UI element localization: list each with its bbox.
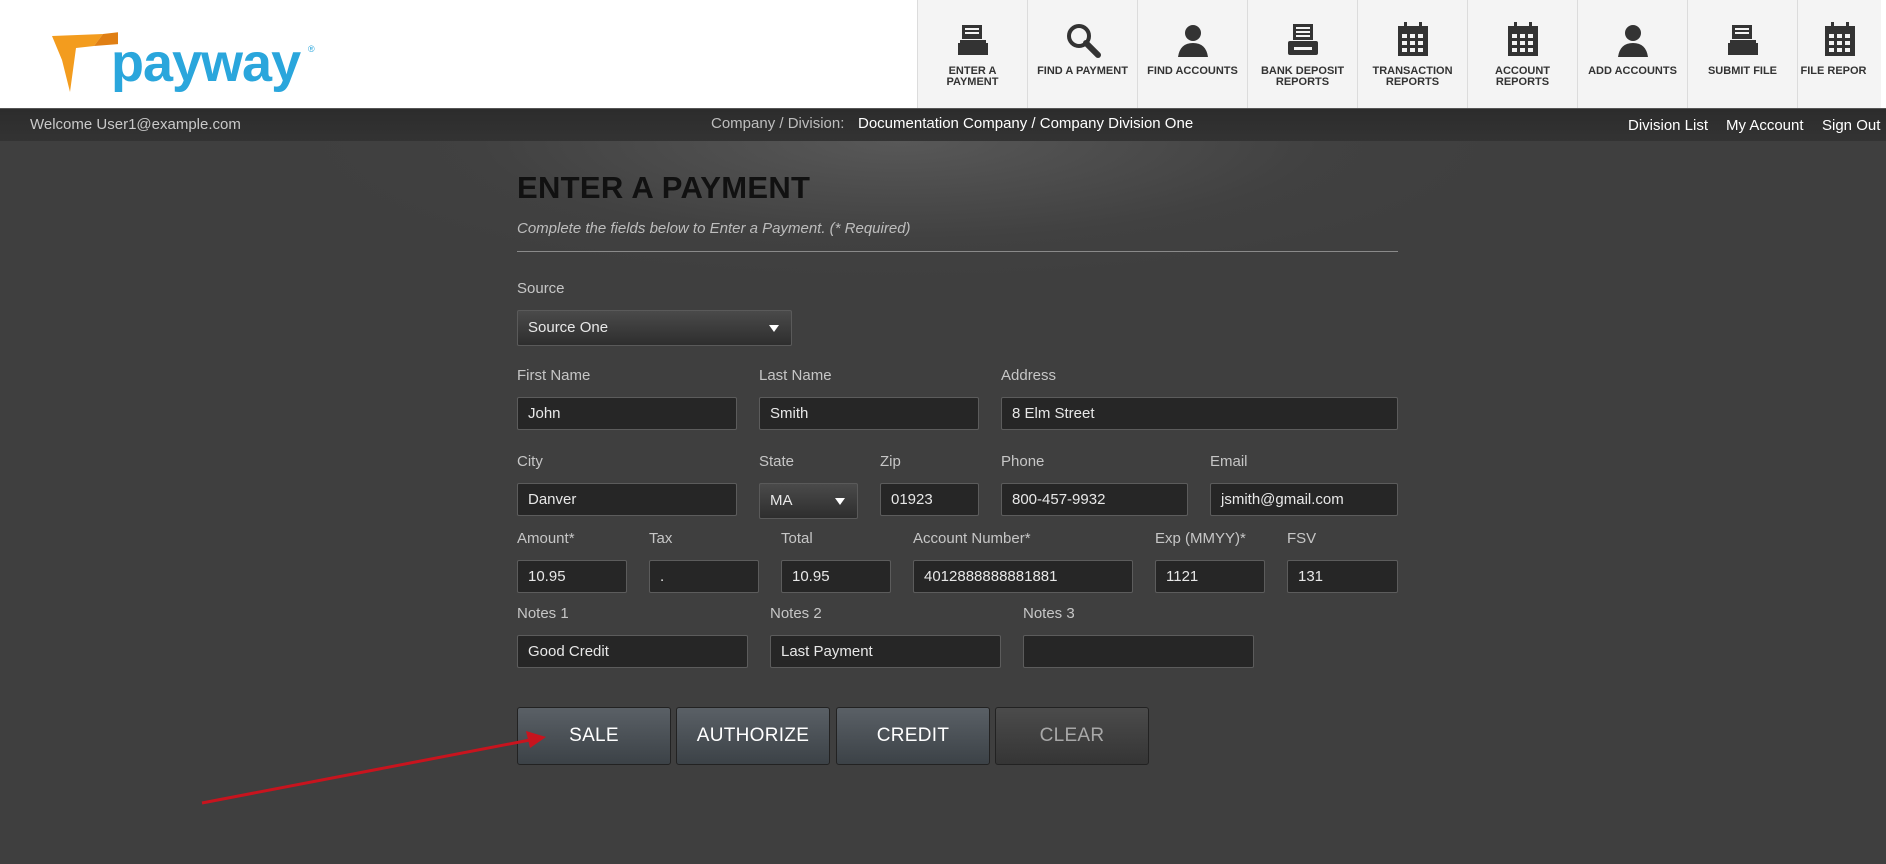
tax-field[interactable]: . [649,560,759,593]
nav-transaction-reports[interactable]: TRANSACTION REPORTS [1357,0,1467,108]
notes1-field[interactable]: Good Credit [517,635,748,668]
nav-find-accounts[interactable]: FIND ACCOUNTS [1137,0,1247,108]
amount-field[interactable]: 10.95 [517,560,627,593]
source-select[interactable]: Source One [517,310,792,346]
clear-button[interactable]: CLEAR [995,707,1149,765]
nav-label: ACCOUNT REPORTS [1495,65,1550,88]
cash-register-icon [1723,20,1763,60]
account-number-field[interactable]: 4012888888881881 [913,560,1133,593]
address-label: Address [1001,367,1057,384]
credit-button[interactable]: CREDIT [836,707,990,765]
first-name-label: First Name [517,367,591,384]
email-field[interactable]: jsmith@gmail.com [1210,483,1398,516]
sale-button[interactable]: SALE [517,707,671,765]
cash-register-icon [953,20,993,60]
printer-icon [1283,20,1323,60]
phone-label: Phone [1001,453,1045,470]
page-subtitle: Complete the fields below to Enter a Pay… [517,220,911,237]
payway-logo[interactable]: payway ® [48,26,328,98]
nav-label: FIND ACCOUNTS [1147,65,1238,77]
user-bar: Welcome User1@example.com Company / Divi… [0,108,1886,142]
person-icon [1613,20,1653,60]
state-label: State [759,453,795,470]
nav-label: FIND A PAYMENT [1037,65,1128,77]
amount-label: Amount* [517,530,575,547]
fsv-field[interactable]: 131 [1287,560,1398,593]
email-label: Email [1210,453,1248,470]
notes1-label: Notes 1 [517,605,569,622]
notes3-label: Notes 3 [1023,605,1075,622]
exp-label: Exp (MMYY)* [1155,530,1246,547]
nav-label: ADD ACCOUNTS [1588,65,1677,77]
address-field[interactable]: 8 Elm Street [1001,397,1398,430]
chevron-down-icon [835,498,845,505]
company-value: Documentation Company / Company Division… [858,115,1194,132]
company-label: Company / Division: [711,115,845,132]
first-name-field[interactable]: John [517,397,737,430]
calendar-icon [1503,20,1543,60]
nav-add-accounts[interactable]: ADD ACCOUNTS [1577,0,1687,108]
fsv-label: FSV [1287,530,1317,547]
sign-out-link[interactable]: Sign Out [1822,117,1880,134]
notes3-field[interactable] [1023,635,1254,668]
divider [517,251,1398,252]
welcome-text: Welcome User1@example.com [30,116,241,133]
tax-label: Tax [649,530,673,547]
chevron-down-icon [769,325,779,332]
nav-bank-deposit-reports[interactable]: BANK DEPOSIT REPORTS [1247,0,1357,108]
nav-label: ENTER A PAYMENT [946,65,999,88]
city-label: City [517,453,543,470]
registered-mark: ® [308,44,315,54]
zip-label: Zip [880,453,901,470]
division-list-link[interactable]: Division List [1628,117,1708,134]
nav-file-reports[interactable]: FILE REPOR [1797,0,1881,108]
main-nav: ENTER A PAYMENT FIND A PAYMENT FIND ACCO… [917,0,1881,108]
nav-label: SUBMIT FILE [1707,65,1778,77]
notes2-label: Notes 2 [770,605,822,622]
nav-enter-payment[interactable]: ENTER A PAYMENT [917,0,1027,108]
nav-find-payment[interactable]: FIND A PAYMENT [1027,0,1137,108]
calendar-icon [1393,20,1433,60]
logo-mark-icon [52,32,118,92]
nav-account-reports[interactable]: ACCOUNT REPORTS [1467,0,1577,108]
exp-field[interactable]: 1121 [1155,560,1265,593]
nav-submit-file[interactable]: SUBMIT FILE [1687,0,1797,108]
total-label: Total [781,530,813,547]
magnifier-icon [1063,20,1103,60]
city-field[interactable]: Danver [517,483,737,516]
page-title: ENTER A PAYMENT [517,170,811,205]
nav-label: TRANSACTION REPORTS [1372,65,1453,88]
state-select[interactable]: MA [759,483,858,519]
source-label: Source [517,280,565,297]
calendar-icon [1820,20,1860,60]
nav-label: BANK DEPOSIT REPORTS [1260,65,1345,88]
source-value: Source One [528,319,609,336]
authorize-button[interactable]: AUTHORIZE [676,707,830,765]
last-name-label: Last Name [759,367,832,384]
person-icon [1173,20,1213,60]
my-account-link[interactable]: My Account [1726,117,1804,134]
logo-text: payway [111,33,301,93]
state-value: MA [770,492,793,509]
notes2-field[interactable]: Last Payment [770,635,1001,668]
nav-label: FILE REPOR [1800,65,1867,77]
zip-field[interactable]: 01923 [880,483,979,516]
total-field[interactable]: 10.95 [781,560,891,593]
last-name-field[interactable]: Smith [759,397,979,430]
account-number-label: Account Number* [913,530,1031,547]
top-header: payway ® ENTER A PAYMENT FIND A PAYMENT … [0,0,1886,108]
phone-field[interactable]: 800-457-9932 [1001,483,1188,516]
